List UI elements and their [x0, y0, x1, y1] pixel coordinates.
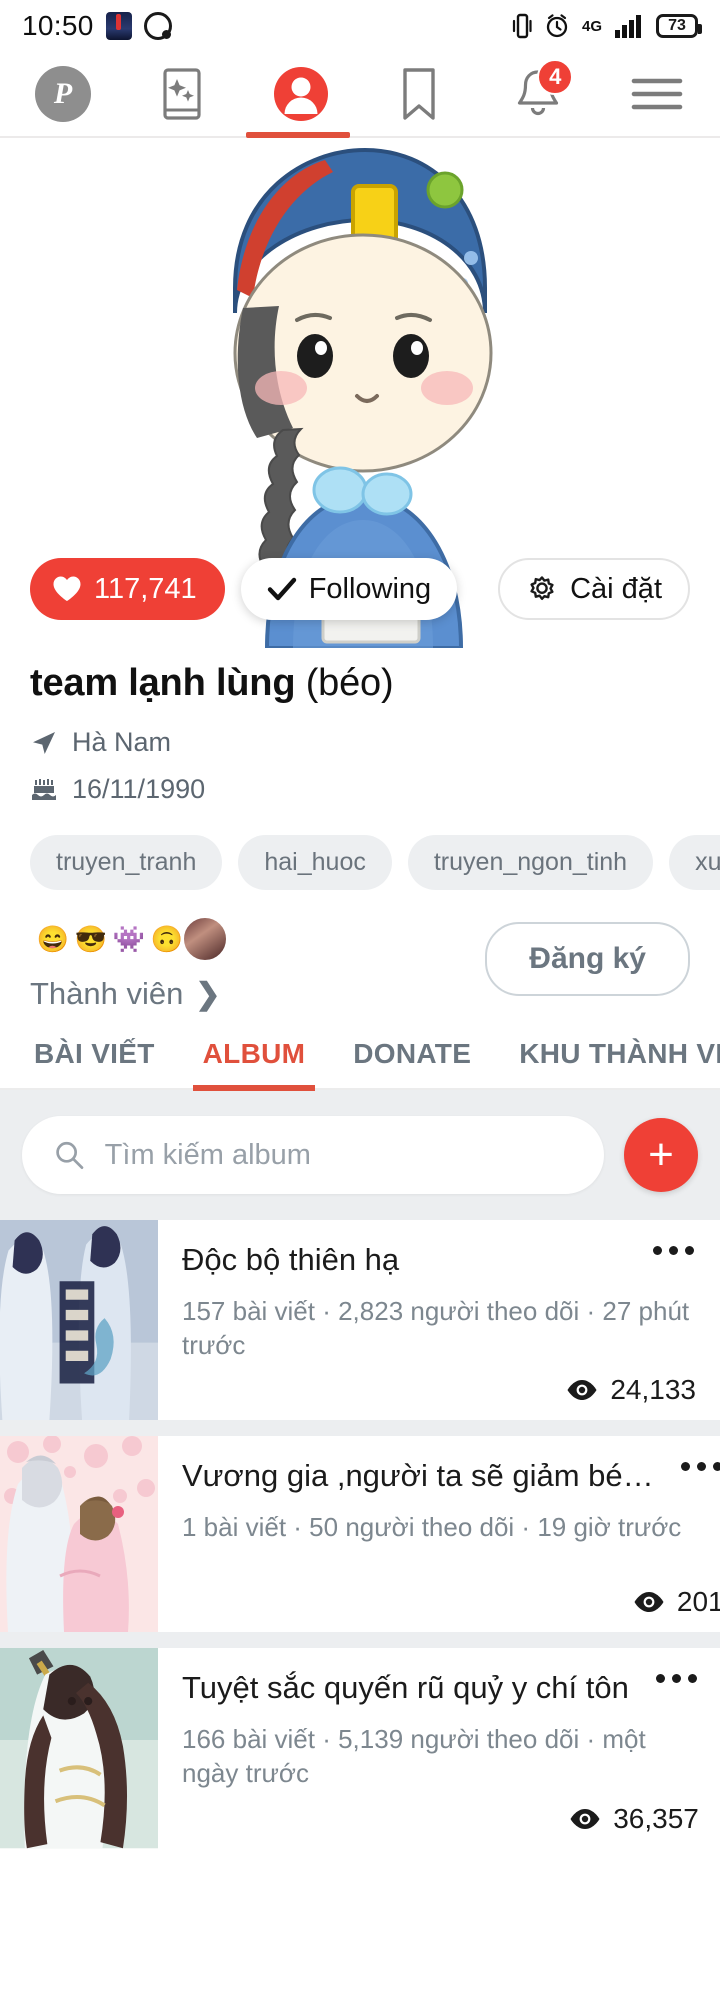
tag-chip[interactable]: hai_huoc — [238, 835, 392, 890]
album-subtitle: 166 bài viết · 5,139 người theo dõi · mộ… — [182, 1723, 646, 1789]
profile-actions: 117,741 Following Cài đặt — [0, 558, 720, 620]
chevron-right-icon: ❯ — [195, 977, 221, 1011]
profile-name-suffix: (béo) — [295, 662, 394, 704]
person-icon[interactable] — [264, 57, 338, 131]
album-list: Độc bộ thiên hạ 157 bài viết · 2,823 ngư… — [0, 1220, 720, 1849]
following-label: Following — [308, 572, 432, 605]
status-time: 10:50 — [22, 10, 94, 41]
likes-count: 117,741 — [94, 572, 197, 605]
status-bar: 10:50 4G 73 — [0, 0, 720, 52]
tag-chip[interactable]: truyen_tranh — [30, 835, 223, 890]
status-bar-left: 10:50 — [22, 10, 172, 42]
network-type-label: 4G — [581, 17, 602, 35]
member-avatars: 😄 😎 👾 🙃 — [30, 916, 228, 962]
check-icon — [267, 577, 296, 601]
page-title: team lạnh lùng (béo) — [30, 662, 690, 705]
game-app-icon — [105, 12, 132, 40]
search-icon — [56, 1141, 84, 1169]
album-subtitle: 157 bài viết · 2,823 người theo dõi · 27… — [182, 1295, 690, 1360]
search-input[interactable] — [104, 1138, 572, 1172]
member-avatar[interactable] — [182, 916, 228, 962]
profile-tabs: BÀI VIẾT ALBUM DONATE KHU THÀNH VIÊN — [0, 1012, 720, 1091]
nav-avatar-letter: P — [35, 66, 91, 122]
profile-location-row: Hà Nam — [30, 727, 690, 758]
album-more-options-icon[interactable] — [645, 1238, 702, 1263]
library-icon[interactable] — [145, 57, 219, 131]
profile-avatar[interactable]: P — [26, 57, 100, 131]
album-row[interactable]: Độc bộ thiên hạ 157 bài viết · 2,823 ngư… — [0, 1220, 720, 1421]
settings-label: Cài đặt — [570, 572, 662, 605]
gear-icon — [530, 576, 554, 600]
album-views-count: 36,357 — [613, 1802, 699, 1834]
vibrate-icon — [512, 12, 532, 40]
bookmark-icon[interactable] — [382, 57, 456, 131]
profile-location: Hà Nam — [72, 727, 172, 757]
heart-icon — [53, 576, 81, 601]
profile-birthday-row: 16/11/1990 — [30, 774, 690, 805]
album-title: Tuyệt sắc quyến rũ quỷ y chí tôn — [182, 1670, 629, 1706]
profile-hero: 117,741 Following Cài đặt — [0, 138, 720, 648]
menu-icon[interactable] — [620, 57, 694, 131]
members-label: Thành viên — [30, 976, 184, 1011]
following-button[interactable]: Following — [240, 558, 458, 620]
status-bar-right: 4G 73 — [512, 12, 702, 40]
tab-album[interactable]: ALBUM — [179, 1038, 330, 1091]
likes-button[interactable]: 117,741 — [30, 558, 225, 620]
tag-chip[interactable]: truyen_ngon_tinh — [407, 835, 654, 890]
album-row[interactable]: Tuyệt sắc quyến rũ quỷ y chí tôn 166 bài… — [0, 1648, 720, 1849]
profile-birthday: 16/11/1990 — [72, 774, 206, 804]
tab-khu-thanh-vien[interactable]: KHU THÀNH VIÊN — [495, 1038, 720, 1088]
album-title: Độc bộ thiên hạ — [182, 1242, 400, 1277]
camera-app-icon — [143, 12, 172, 40]
eye-icon — [570, 1808, 600, 1829]
album-views-count: 24,133 — [610, 1374, 696, 1406]
album-title: Vương gia ,người ta sẽ giảm bé… — [182, 1458, 654, 1494]
album-info: Vương gia ,người ta sẽ giảm bé… 1 bài vi… — [158, 1436, 720, 1632]
members-link[interactable]: Thành viên ❯ — [30, 976, 221, 1012]
add-album-button[interactable]: + — [624, 1118, 698, 1192]
notification-badge: 4 — [537, 59, 574, 95]
top-nav-bar: P 4 — [0, 52, 720, 138]
members-bar: 😄 😎 👾 🙃 Thành viên ❯ Đăng ký — [0, 890, 720, 1012]
album-views: 36,357 — [569, 1791, 699, 1835]
album-search-bar: + — [0, 1090, 720, 1220]
alarm-icon — [544, 13, 570, 39]
tab-bai-viet[interactable]: BÀI VIẾT — [30, 1038, 179, 1088]
signal-icon — [614, 13, 644, 39]
search-box[interactable] — [22, 1116, 604, 1194]
album-more-options-icon[interactable] — [673, 1454, 720, 1479]
profile-info: team lạnh lùng (béo) Hà Nam 16/11/1990 — [0, 648, 720, 805]
album-row[interactable]: Vương gia ,người ta sẽ giảm bé… 1 bài vi… — [0, 1436, 720, 1633]
battery-icon: 73 — [656, 14, 702, 38]
album-views: 24,133 — [566, 1362, 696, 1406]
album-views-count: 201 — [676, 1586, 720, 1618]
album-views: 201 — [633, 1574, 720, 1618]
settings-button[interactable]: Cài đặt — [498, 558, 690, 620]
birthday-cake-icon — [32, 778, 56, 800]
tab-donate[interactable]: DONATE — [329, 1038, 495, 1088]
register-button[interactable]: Đăng ký — [485, 922, 690, 996]
app-screen: 10:50 4G 73 P 4 117,741 Following Cài đặ… — [0, 0, 720, 2000]
album-more-options-icon[interactable] — [648, 1666, 705, 1691]
album-thumbnail — [0, 1648, 158, 1849]
eye-icon — [567, 1380, 597, 1401]
profile-name-bold: team lạnh lùng — [30, 662, 296, 704]
location-arrow-icon — [33, 731, 55, 754]
bell-icon[interactable]: 4 — [501, 57, 575, 131]
eye-icon — [634, 1592, 664, 1613]
profile-tags: truyen_tranh hai_huoc truyen_ngon_tinh x… — [0, 821, 720, 890]
album-thumbnail — [0, 1220, 158, 1421]
album-info: Tuyệt sắc quyến rũ quỷ y chí tôn 166 bài… — [158, 1648, 720, 1848]
album-info: Độc bộ thiên hạ 157 bài viết · 2,823 ngư… — [158, 1220, 720, 1420]
album-subtitle: 1 bài viết · 50 người theo dõi · 19 giờ … — [182, 1511, 682, 1542]
tag-chip[interactable]: xuyen_khong — [669, 835, 720, 890]
album-thumbnail — [0, 1436, 158, 1633]
